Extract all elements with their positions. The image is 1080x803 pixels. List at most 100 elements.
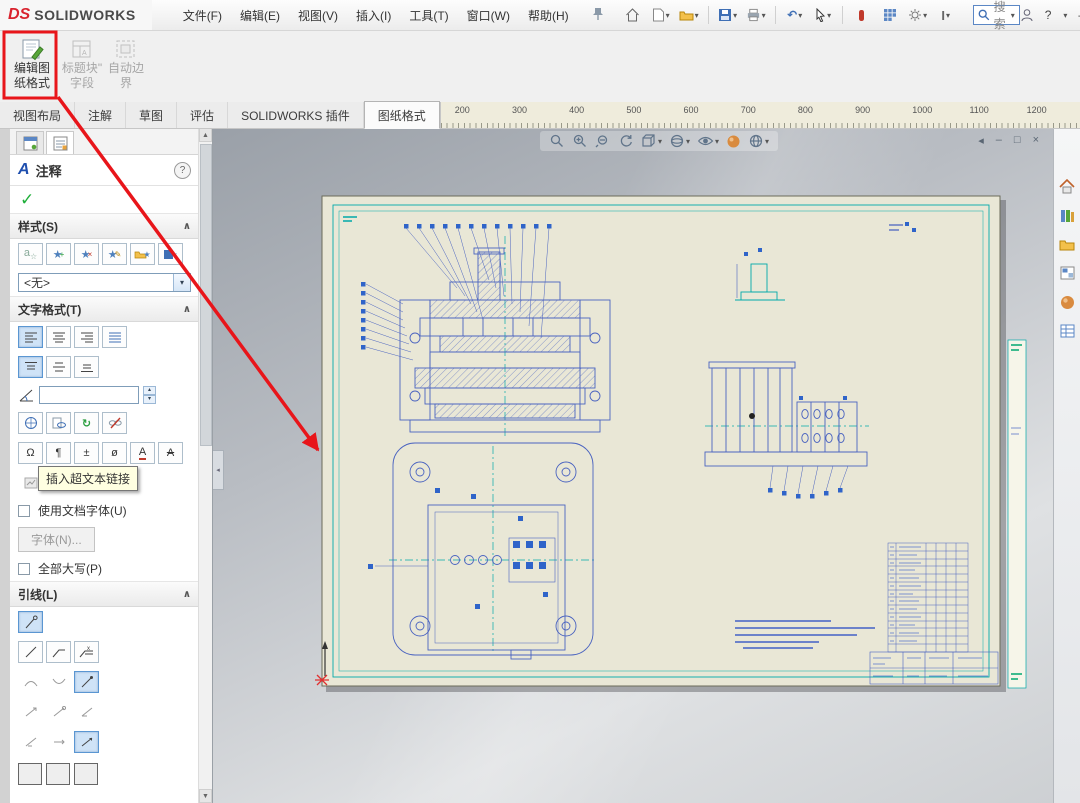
spin-up-icon[interactable]: ▴ xyxy=(143,386,156,395)
link-to-property-button[interactable]: ↻ xyxy=(74,412,99,434)
edit-appearance-icon[interactable] xyxy=(726,134,741,149)
collapse-chevron-icon[interactable]: ∧ xyxy=(183,589,191,600)
doc-close-button[interactable]: × xyxy=(1033,134,1039,147)
hide-show-items-icon[interactable]: ▾ xyxy=(697,134,719,148)
save-button[interactable]: ▾ xyxy=(715,3,741,27)
new-document-button[interactable]: ▾ xyxy=(648,3,674,27)
panel-scrollbar[interactable]: ▲ ▼ xyxy=(198,128,212,803)
zoom-fit-icon[interactable] xyxy=(549,133,565,149)
feature-manager-tab[interactable] xyxy=(16,131,44,154)
spin-down-icon[interactable]: ▾ xyxy=(143,395,156,404)
menu-item[interactable]: 插入(I) xyxy=(347,3,400,28)
align-right-button[interactable] xyxy=(74,326,99,348)
title-block-fields-button[interactable]: A 标题块" 字段 xyxy=(58,35,106,91)
use-document-font-checkbox[interactable] xyxy=(18,505,30,517)
style-section-header[interactable]: 样式(S) ∧ xyxy=(10,213,199,239)
clipped-icon[interactable] xyxy=(74,763,98,785)
view-settings-icon[interactable]: ▾ xyxy=(748,133,769,149)
collapse-chevron-icon[interactable]: ∧ xyxy=(183,304,191,315)
chevron-down-icon[interactable]: ▾ xyxy=(173,274,190,291)
delete-favorite-button[interactable]: ★× xyxy=(74,243,99,265)
symbol-button-2[interactable]: ¶ xyxy=(46,442,71,464)
pin-icon[interactable] xyxy=(592,7,604,24)
property-manager-tab[interactable] xyxy=(46,131,74,154)
leader-style-button[interactable] xyxy=(74,671,99,693)
view-palette-icon[interactable] xyxy=(1057,263,1077,283)
options-button[interactable]: ▾ xyxy=(905,3,931,27)
menu-item[interactable]: 视图(V) xyxy=(289,3,347,28)
appearances-icon[interactable] xyxy=(1057,292,1077,312)
command-tab[interactable]: 图纸格式 xyxy=(364,101,440,129)
scroll-down-icon[interactable]: ▼ xyxy=(199,789,212,803)
straight-leader-button[interactable] xyxy=(18,641,43,663)
symbol-button-1[interactable]: Ω xyxy=(18,442,43,464)
arrow-style-selected-button[interactable] xyxy=(74,731,99,753)
symbol-button-4[interactable]: ø xyxy=(102,442,127,464)
select-button[interactable]: ▾ xyxy=(810,3,836,27)
3d-device-button[interactable] xyxy=(849,3,875,27)
previous-view-icon[interactable] xyxy=(595,133,611,149)
doc-restore-button[interactable]: □ xyxy=(1014,134,1021,147)
clipped-icon[interactable] xyxy=(18,763,42,785)
ok-button[interactable]: ✓ xyxy=(20,190,34,210)
clipped-icon[interactable] xyxy=(46,763,70,785)
edit-sheet-format-button[interactable]: 编辑图 纸格式 xyxy=(8,35,56,91)
menu-item[interactable]: 工具(T) xyxy=(400,3,457,28)
menu-item[interactable]: 窗口(W) xyxy=(458,3,519,28)
text-format-section-header[interactable]: 文字格式(T) ∧ xyxy=(10,296,199,322)
url-link-button[interactable] xyxy=(18,412,43,434)
curved-leader-icon-2[interactable] xyxy=(46,671,71,693)
unlink-button[interactable] xyxy=(102,412,127,434)
align-top-button[interactable] xyxy=(18,356,43,378)
display-style-icon[interactable]: ▾ xyxy=(669,133,690,149)
style-dropdown[interactable]: <无> ▾ xyxy=(18,273,191,292)
command-tab[interactable]: SOLIDWORKS 插件 xyxy=(228,102,364,128)
arrow-style-icon-4[interactable] xyxy=(18,731,43,753)
auto-border-button[interactable]: 自动边 界 xyxy=(102,35,150,91)
home-button[interactable] xyxy=(620,3,646,27)
leader-section-header[interactable]: 引线(L) ∧ xyxy=(10,581,199,607)
align-left-button[interactable] xyxy=(18,326,43,348)
user-icon[interactable] xyxy=(1020,8,1034,22)
menu-item[interactable]: 帮助(H) xyxy=(519,3,578,28)
symbol-button-3[interactable]: ± xyxy=(74,442,99,464)
font-button[interactable]: 字体(N)... xyxy=(18,527,95,552)
menu-item[interactable]: 编辑(E) xyxy=(231,3,289,28)
zoom-to-area-icon[interactable] xyxy=(572,133,588,149)
all-caps-checkbox[interactable] xyxy=(18,563,30,575)
underlined-leader-button[interactable]: x xyxy=(74,641,99,663)
chevron-down-icon[interactable]: ▾ xyxy=(1063,11,1067,20)
scroll-up-icon[interactable]: ▲ xyxy=(199,128,212,142)
custom-properties-icon[interactable] xyxy=(1057,321,1077,341)
load-favorite-button[interactable]: ★ xyxy=(130,243,155,265)
arrow-style-icon-5[interactable] xyxy=(46,731,71,753)
file-explorer-icon[interactable] xyxy=(1057,234,1077,254)
align-bottom-button[interactable] xyxy=(74,356,99,378)
view-orientation-icon[interactable]: ▾ xyxy=(641,133,662,149)
curved-leader-icon[interactable] xyxy=(18,671,43,693)
scrollbar-thumb[interactable] xyxy=(200,144,212,446)
menu-item[interactable]: 文件(F) xyxy=(174,3,231,28)
save-style-button[interactable]: ★ xyxy=(158,243,183,265)
design-library-icon[interactable] xyxy=(1057,205,1077,225)
align-center-button[interactable] xyxy=(46,326,71,348)
arrow-style-icon-2[interactable] xyxy=(46,701,71,723)
instant2d-button[interactable]: I▾ xyxy=(933,3,959,27)
arrow-style-icon-3[interactable] xyxy=(74,701,99,723)
justify-button[interactable] xyxy=(102,326,127,348)
command-tab[interactable]: 视图布局 xyxy=(0,102,75,128)
bent-leader-button[interactable] xyxy=(46,641,71,663)
resources-home-icon[interactable] xyxy=(1057,176,1077,196)
align-middle-button[interactable] xyxy=(46,356,71,378)
rotation-spinner[interactable]: ▴▾ xyxy=(143,386,156,404)
undo-button[interactable]: ↶▾ xyxy=(782,3,808,27)
panel-collapse-tab[interactable]: ◂ xyxy=(213,450,224,490)
drawing-sheet[interactable] xyxy=(213,128,1053,803)
save-favorite-button[interactable]: ★✎ xyxy=(102,243,127,265)
print-button[interactable]: ▾ xyxy=(743,3,769,27)
add-favorite-button[interactable]: ★+ xyxy=(46,243,71,265)
previous-document-icon[interactable]: ◂ xyxy=(978,134,984,147)
command-tab[interactable]: 评估 xyxy=(177,102,228,128)
no-favorite-button[interactable]: a☆ xyxy=(18,243,43,265)
grid-settings-button[interactable] xyxy=(877,3,903,27)
